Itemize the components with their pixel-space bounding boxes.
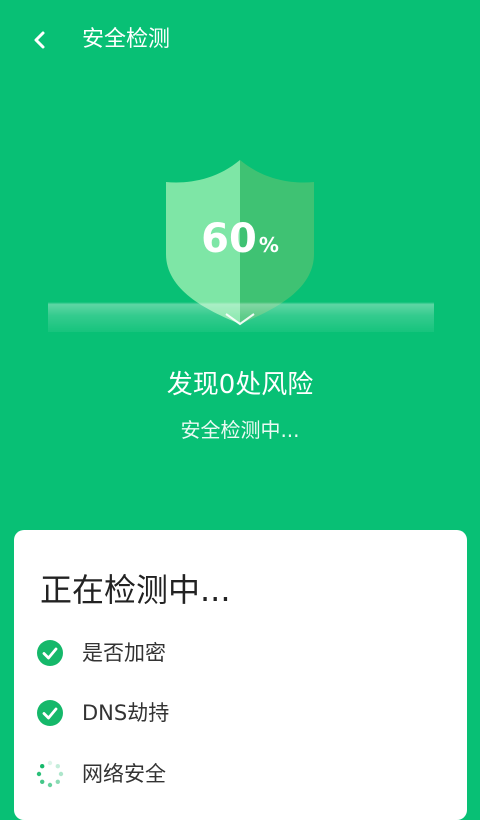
- check-item-label: DNS劫持: [82, 701, 170, 725]
- scan-line: [48, 302, 434, 332]
- check-item-network: 网络安全: [36, 759, 436, 789]
- check-item-dns: DNS劫持: [36, 698, 436, 728]
- detection-title: 正在检测中...: [40, 571, 231, 609]
- progress-value: 60: [201, 216, 257, 262]
- scan-shield-area: 60%: [0, 150, 480, 350]
- page-title: 安全检测: [82, 27, 171, 52]
- check-item-label: 网络安全: [82, 762, 166, 786]
- percent-sign: %: [258, 233, 279, 257]
- progress-percent: 60%: [0, 216, 480, 262]
- check-circle-icon: [37, 640, 63, 666]
- back-button[interactable]: [22, 22, 58, 58]
- loading-spinner-icon: [36, 760, 64, 788]
- check-circle-icon: [37, 700, 63, 726]
- detection-card: 正在检测中... 是否加密 DNS劫持 网络安全: [14, 530, 467, 820]
- risk-summary: 发现0处风险: [166, 370, 314, 400]
- check-item-encryption: 是否加密: [36, 638, 436, 668]
- app-header: 安全检测: [0, 0, 480, 80]
- scan-status: 安全检测中...: [180, 418, 300, 442]
- check-item-label: 是否加密: [82, 641, 166, 665]
- chevron-left-icon: [34, 31, 45, 49]
